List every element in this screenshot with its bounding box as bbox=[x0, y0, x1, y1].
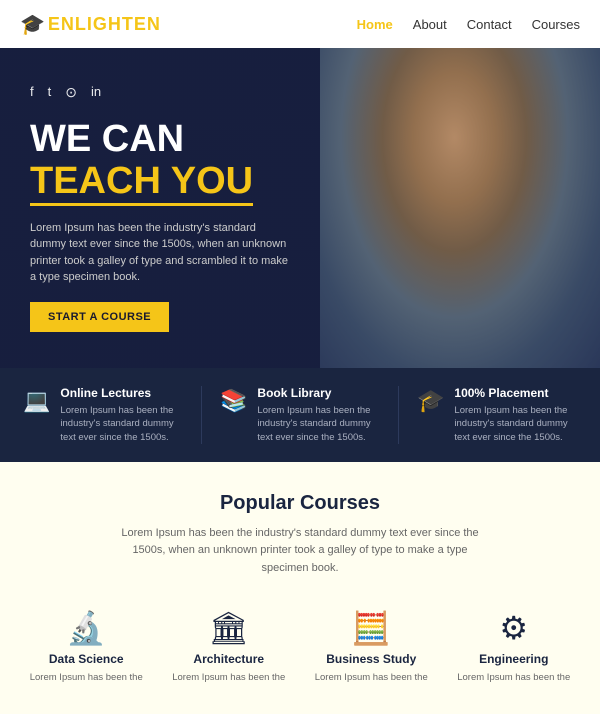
logo-highlight: ENLIGHT bbox=[48, 14, 134, 34]
navbar: 🎓 ENLIGHTEN Home About Contact Courses bbox=[0, 0, 600, 48]
logo-text: ENLIGHTEN bbox=[48, 14, 161, 35]
book-icon: 📚 bbox=[220, 388, 247, 414]
hero-content: f t ⊙ in WE CAN TEACH YOU Lorem Ipsum ha… bbox=[0, 54, 320, 362]
courses-grid: 🔬 Data Science Lorem Ipsum has been the … bbox=[20, 602, 580, 694]
divider-1 bbox=[201, 386, 202, 444]
course-card-architecture[interactable]: 🏛 Architecture Lorem Ipsum has been the bbox=[163, 602, 296, 694]
placement-icon: 🎓 bbox=[417, 388, 444, 414]
course-desc-engineering: Lorem Ipsum has been the bbox=[454, 671, 575, 684]
nav-item-home[interactable]: Home bbox=[357, 17, 393, 32]
feature-text-placement: 100% Placement Lorem Ipsum has been the … bbox=[454, 386, 577, 444]
course-card-engineering[interactable]: ⚙ Engineering Lorem Ipsum has been the bbox=[448, 602, 581, 694]
feature-title-placement: 100% Placement bbox=[454, 386, 577, 400]
twitter-icon[interactable]: t bbox=[48, 84, 52, 101]
nav-link-courses[interactable]: Courses bbox=[532, 17, 580, 32]
nav-item-courses[interactable]: Courses bbox=[532, 17, 580, 32]
hero-person-image bbox=[320, 48, 600, 368]
hero-section: f t ⊙ in WE CAN TEACH YOU Lorem Ipsum ha… bbox=[0, 48, 600, 368]
feature-desc-library: Lorem Ipsum has been the industry's stan… bbox=[257, 404, 380, 444]
nav-link-contact[interactable]: Contact bbox=[467, 17, 512, 32]
features-bar: 💻 Online Lectures Lorem Ipsum has been t… bbox=[0, 368, 600, 462]
hero-description: Lorem Ipsum has been the industry's stan… bbox=[30, 220, 290, 286]
feature-text-lectures: Online Lectures Lorem Ipsum has been the… bbox=[60, 386, 183, 444]
popular-courses-description: Lorem Ipsum has been the industry's stan… bbox=[110, 525, 490, 578]
course-title-architecture: Architecture bbox=[169, 652, 290, 666]
nav-link-about[interactable]: About bbox=[413, 17, 447, 32]
social-icons: f t ⊙ in bbox=[30, 84, 290, 101]
course-card-data-science[interactable]: 🔬 Data Science Lorem Ipsum has been the bbox=[20, 602, 153, 694]
architecture-icon: 🏛 bbox=[169, 612, 290, 644]
logo: 🎓 ENLIGHTEN bbox=[20, 12, 161, 37]
feature-book-library: 📚 Book Library Lorem Ipsum has been the … bbox=[220, 386, 380, 444]
business-icon: 🧮 bbox=[311, 612, 432, 644]
nav-item-contact[interactable]: Contact bbox=[467, 17, 512, 32]
popular-courses-section: Popular Courses Lorem Ipsum has been the… bbox=[0, 462, 600, 714]
course-card-business[interactable]: 🧮 Business Study Lorem Ipsum has been th… bbox=[305, 602, 438, 694]
feature-desc-placement: Lorem Ipsum has been the industry's stan… bbox=[454, 404, 577, 444]
course-desc-data-science: Lorem Ipsum has been the bbox=[26, 671, 147, 684]
start-course-button[interactable]: START A COURSE bbox=[30, 302, 169, 332]
course-desc-architecture: Lorem Ipsum has been the bbox=[169, 671, 290, 684]
instagram-icon[interactable]: ⊙ bbox=[65, 84, 77, 101]
nav-link-home[interactable]: Home bbox=[357, 17, 393, 32]
course-desc-business: Lorem Ipsum has been the bbox=[311, 671, 432, 684]
feature-desc-lectures: Lorem Ipsum has been the industry's stan… bbox=[60, 404, 183, 444]
hero-title-line2: TEACH YOU bbox=[30, 161, 253, 206]
feature-online-lectures: 💻 Online Lectures Lorem Ipsum has been t… bbox=[23, 386, 183, 444]
nav-item-about[interactable]: About bbox=[413, 17, 447, 32]
feature-title-library: Book Library bbox=[257, 386, 380, 400]
engineering-icon: ⚙ bbox=[454, 612, 575, 644]
popular-courses-title: Popular Courses bbox=[20, 492, 580, 515]
linkedin-icon[interactable]: in bbox=[91, 84, 101, 101]
course-title-engineering: Engineering bbox=[454, 652, 575, 666]
course-title-data-science: Data Science bbox=[26, 652, 147, 666]
nav-links: Home About Contact Courses bbox=[357, 17, 580, 32]
feature-placement: 🎓 100% Placement Lorem Ipsum has been th… bbox=[417, 386, 577, 444]
feature-title-lectures: Online Lectures bbox=[60, 386, 183, 400]
logo-hat-icon: 🎓 bbox=[20, 12, 46, 37]
data-science-icon: 🔬 bbox=[26, 612, 147, 644]
hero-title-line1: WE CAN bbox=[30, 119, 290, 161]
divider-2 bbox=[398, 386, 399, 444]
course-title-business: Business Study bbox=[311, 652, 432, 666]
facebook-icon[interactable]: f bbox=[30, 84, 34, 101]
feature-text-library: Book Library Lorem Ipsum has been the in… bbox=[257, 386, 380, 444]
laptop-icon: 💻 bbox=[23, 388, 50, 414]
